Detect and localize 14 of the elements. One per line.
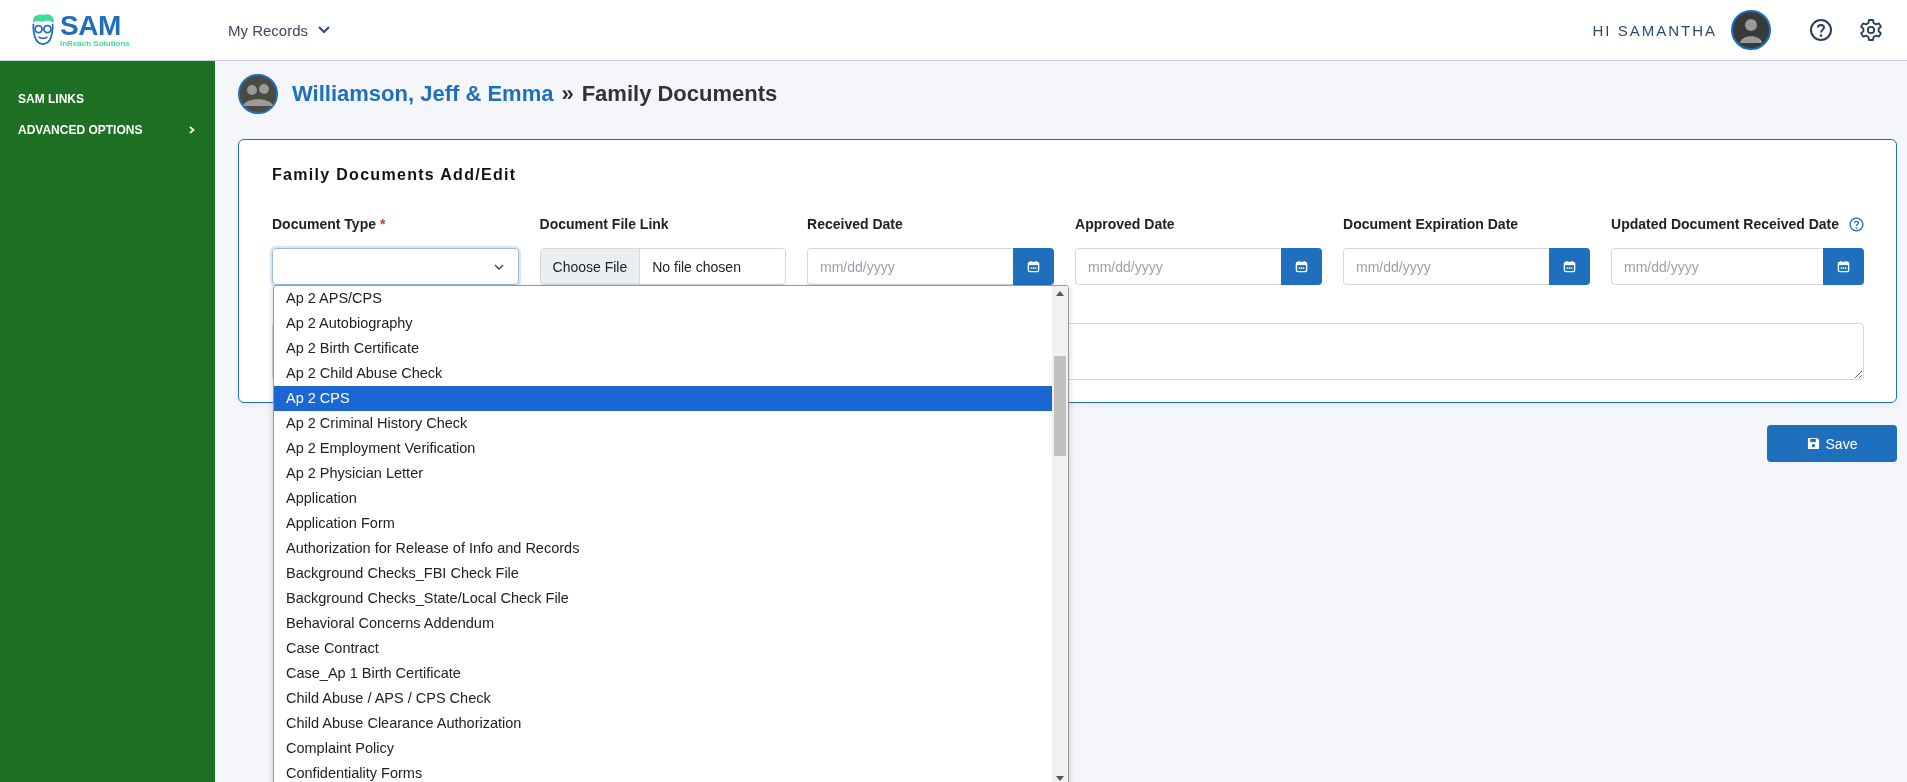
logo-tagline: InReach Solutions xyxy=(60,40,130,48)
field-label: Document Expiration Date xyxy=(1343,216,1519,232)
form-title: Family Documents Add/Edit xyxy=(272,166,518,184)
field-label: Received Date xyxy=(807,216,903,232)
field-label: Document Type xyxy=(272,216,376,232)
field-label: Approved Date xyxy=(1075,216,1175,232)
required-asterisk: * xyxy=(380,216,386,232)
breadcrumb-separator: » xyxy=(561,81,574,107)
field-label: Updated Document Received Date xyxy=(1611,216,1839,232)
file-status-text: No file chosen xyxy=(651,257,741,277)
greeting-text: HI SAMANTHA xyxy=(1592,21,1717,39)
logo-wordmark: SAM xyxy=(60,12,122,40)
page-title: Family Documents xyxy=(581,81,778,107)
field-label: Document File Link xyxy=(539,216,669,232)
